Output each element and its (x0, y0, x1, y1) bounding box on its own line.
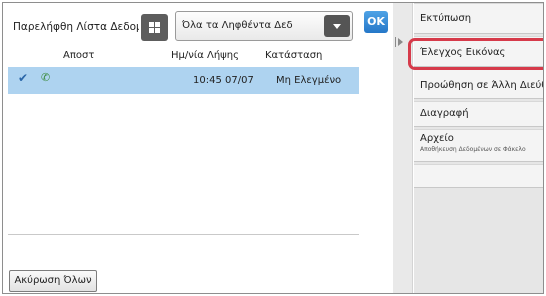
panel-item-label: Διαγραφή (420, 108, 469, 119)
panel-item-sublabel: Αποθήκευση Δεδομένων σε Φάκελο (420, 146, 526, 153)
cancel-all-button[interactable]: Ακύρωση Όλων (9, 270, 97, 292)
received-status-icon: ✆ (41, 71, 51, 84)
chevron-down-icon[interactable] (324, 15, 350, 37)
check-icon[interactable]: ✔ (18, 71, 28, 85)
column-header-sender[interactable]: Αποστ (63, 50, 94, 61)
panel-item-empty[interactable] (414, 164, 543, 188)
panel-item-label: Εκτύπωση (420, 13, 472, 24)
selection-highlight (408, 38, 543, 70)
grid-view-button[interactable] (141, 14, 168, 41)
cell-received: 10:45 07/07 (193, 75, 254, 86)
filter-value: Όλα τα Ληφθέντα Δεδ (182, 20, 293, 31)
panel-item-forward[interactable]: Προώθηση σε Άλλη Διεύθ (414, 69, 544, 99)
panel-item-archive[interactable]: Αρχείο Αποθήκευση Δεδομένων σε Φάκελο (414, 129, 543, 162)
column-header-received[interactable]: Ημ/νία Λήψης (171, 50, 239, 61)
received-data-filter[interactable]: Όλα τα Ληφθέντα Δεδ (175, 11, 353, 41)
table-row[interactable]: ✔ ✆ 10:45 07/07 Μη Ελεγμένο (8, 67, 359, 94)
cell-status: Μη Ελεγμένο (276, 75, 342, 86)
list-divider (8, 234, 359, 235)
panel-item-delete[interactable]: Διαγραφή (414, 101, 543, 127)
panel-item-label: Προώθηση σε Άλλη Διεύθ (420, 80, 544, 91)
ok-button[interactable]: OK (364, 11, 388, 33)
app-window: Παρελήφθη Λίστα Δεδομ Όλα τα Ληφθέντα Δε… (2, 2, 544, 294)
column-header-status[interactable]: Κατάσταση (265, 50, 322, 61)
panel-item-print[interactable]: Εκτύπωση (414, 3, 543, 34)
panel-item-label: Αρχείο (420, 133, 454, 144)
list-title: Παρελήφθη Λίστα Δεδομ (13, 21, 139, 33)
